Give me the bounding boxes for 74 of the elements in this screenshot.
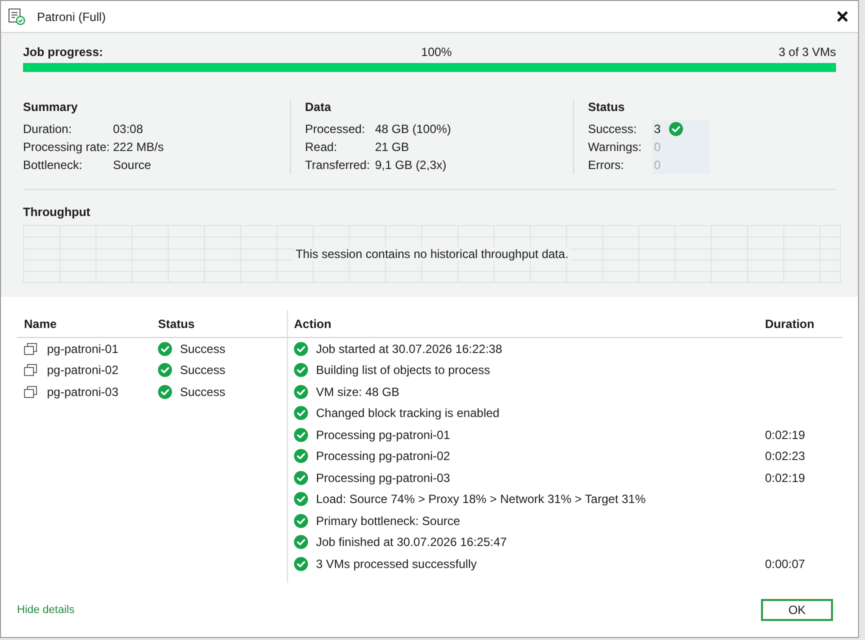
status-text: Success [180, 362, 226, 380]
section-title: Status [588, 99, 626, 115]
ok-button[interactable]: OK [761, 599, 833, 621]
no-data-message: This session contains no historical throughput data. [294, 247, 570, 261]
success-check-icon [158, 342, 172, 356]
field-value: 48 GB (100%) [375, 121, 452, 138]
action-text: 3 VMs processed successfully [316, 556, 477, 573]
duration-text: 0:00:07 [765, 556, 806, 573]
field-value: 9,1 GB (2,3x) [375, 157, 446, 174]
success-check-icon [158, 384, 172, 399]
window-title: Patroni (Full) [37, 8, 106, 26]
field-value: 0 [654, 157, 661, 174]
field-label: Read: [305, 139, 338, 156]
success-check-icon [294, 535, 308, 550]
field-label: Errors: [588, 157, 625, 174]
action-text: Primary bottleneck: Source [316, 512, 460, 530]
field-value: 3 [654, 121, 661, 138]
success-check-icon [294, 514, 308, 528]
action-text: Building list of objects to process [316, 362, 490, 380]
success-check-icon [294, 342, 308, 356]
success-check-icon [668, 122, 683, 136]
field-value: 222 MB/s [113, 139, 164, 156]
vm-icon [24, 364, 37, 376]
job-progress-label: Job progress: [23, 44, 104, 61]
vm-name: pg-patroni-02 [47, 362, 118, 380]
field-value: Source [113, 157, 152, 174]
vm-name: pg-patroni-03 [47, 384, 118, 401]
throughput-title: Throughput [23, 204, 92, 220]
column-header: Name [23, 316, 58, 332]
duration-text: 0:02:23 [765, 448, 806, 466]
success-check-icon [294, 556, 308, 571]
report-document-icon [8, 8, 25, 25]
duration-text: 0:02:19 [765, 426, 806, 444]
action-text: Processing pg-patroni-02 [316, 448, 450, 466]
hide-details-link[interactable]: Hide details [17, 602, 74, 618]
action-text: Changed block tracking is enabled [316, 405, 500, 422]
field-label: Processed: [305, 121, 366, 138]
column-header: Status [158, 316, 195, 332]
action-text: Job started at 30.07.2026 16:22:38 [316, 340, 502, 358]
action-text: VM size: 48 GB [316, 384, 400, 401]
section-title: Summary [23, 99, 79, 115]
success-check-icon [294, 428, 308, 442]
action-text: Processing pg-patroni-03 [316, 470, 450, 487]
status-text: Success [180, 384, 226, 401]
vm-icon [24, 386, 37, 398]
success-check-icon [294, 363, 308, 378]
duration-text: 0:02:19 [765, 470, 806, 487]
action-text: Load: Source 74% > Proxy 18% > Network 31% > Target 31% [316, 491, 646, 508]
success-check-icon [294, 470, 308, 485]
progress-percent: 100% [420, 44, 452, 61]
close-icon[interactable] [837, 11, 848, 22]
field-value: 21 GB [375, 139, 410, 156]
vm-count: 3 of 3 VMs [778, 44, 836, 61]
success-check-icon [158, 363, 172, 378]
field-label: Warnings: [588, 139, 643, 156]
action-text: Job finished at 30.07.2026 16:25:47 [316, 534, 507, 552]
column-header: Duration [765, 316, 814, 332]
success-check-icon [294, 384, 308, 399]
vm-icon [24, 342, 37, 355]
field-label: Processing rate: [23, 139, 111, 156]
field-value: 0 [654, 139, 661, 156]
section-title: Data [305, 99, 332, 115]
vm-name: pg-patroni-01 [47, 340, 118, 358]
column-header: Action [293, 316, 332, 332]
field-label: Transferred: [305, 157, 371, 174]
status-text: Success [180, 340, 226, 358]
action-text: Processing pg-patroni-01 [316, 426, 450, 444]
field-label: Success: [588, 121, 638, 138]
field-value: 03:08 [113, 121, 144, 138]
field-label: Bottleneck: [23, 157, 84, 174]
success-check-icon [294, 449, 308, 464]
success-check-icon [294, 406, 308, 420]
success-check-icon [294, 492, 308, 506]
field-label: Duration: [23, 121, 73, 138]
